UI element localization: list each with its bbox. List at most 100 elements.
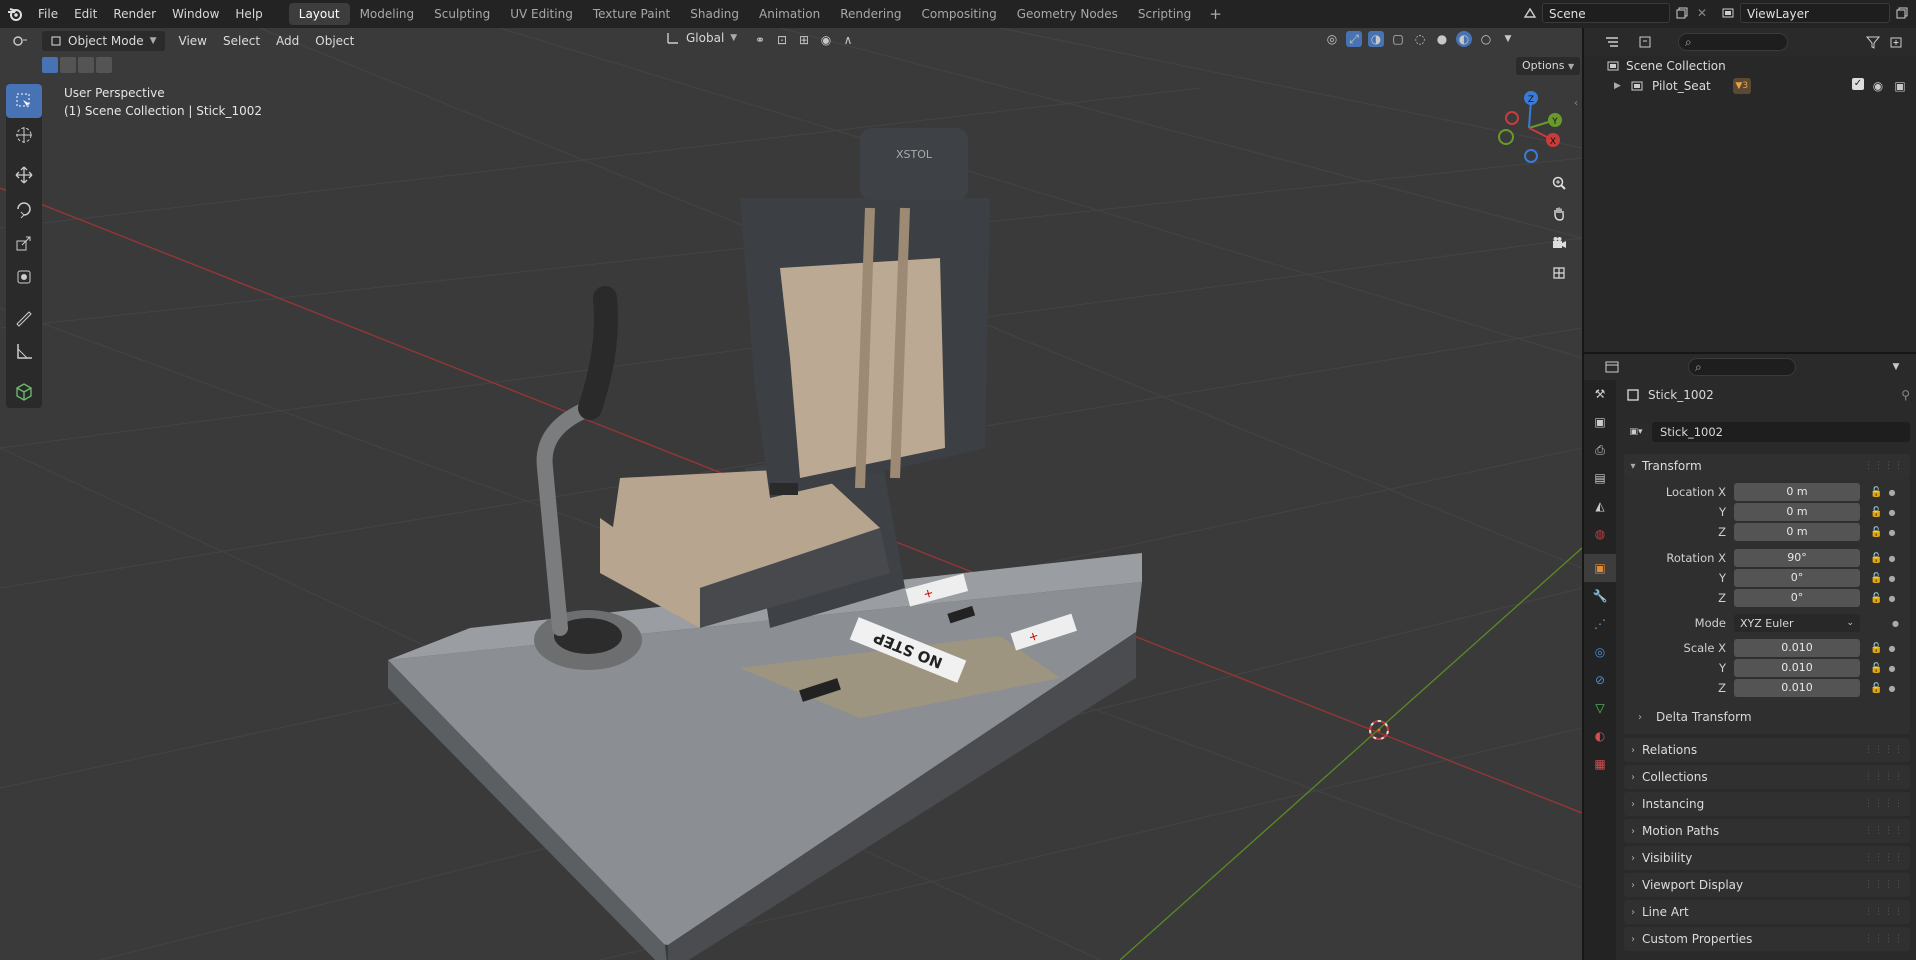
visibility-section-header[interactable]: › Visibility ⋮⋮⋮⋮: [1624, 846, 1910, 870]
lock-icon[interactable]: 🔓: [1870, 663, 1882, 674]
lock-icon[interactable]: 🔓: [1870, 643, 1882, 654]
properties-editor-icon[interactable]: [1598, 359, 1626, 375]
tab-uv-editing[interactable]: UV Editing: [500, 3, 583, 25]
modifier-tab-icon[interactable]: 🔧: [1584, 582, 1616, 610]
gizmo-toggle-icon[interactable]: ⤢: [1346, 31, 1362, 47]
area-divider-vertical[interactable]: [1582, 28, 1584, 960]
lock-icon[interactable]: 🔓: [1870, 593, 1882, 604]
3d-viewport[interactable]: NO STEP + + XSTOL Object Mode ▼ View Sel…: [0, 28, 1582, 960]
new-scene-icon[interactable]: [1674, 5, 1690, 21]
location-x-field[interactable]: 0 m: [1734, 483, 1860, 501]
outliner-search-input[interactable]: ⌕: [1678, 33, 1788, 51]
options-dropdown[interactable]: Options ▼: [1516, 57, 1581, 75]
keyframe-dot-icon[interactable]: ●: [1888, 528, 1895, 537]
lock-icon[interactable]: 🔓: [1870, 573, 1882, 584]
render-camera-icon[interactable]: ▣: [1892, 78, 1908, 94]
blender-logo-icon[interactable]: [6, 5, 24, 23]
select-new-icon[interactable]: [42, 57, 58, 73]
constraints-tab-icon[interactable]: ⊘: [1584, 666, 1616, 694]
measure-tool-icon[interactable]: [6, 334, 42, 368]
lock-icon[interactable]: 🔓: [1870, 527, 1882, 538]
sidebar-toggle-icon[interactable]: ‹: [1574, 98, 1578, 109]
menu-edit[interactable]: Edit: [66, 0, 105, 28]
falloff-icon[interactable]: ∧: [840, 32, 856, 48]
tab-modeling[interactable]: Modeling: [350, 3, 425, 25]
instancing-section-header[interactable]: › Instancing ⋮⋮⋮⋮: [1624, 792, 1910, 816]
rendered-shading-icon[interactable]: ○: [1478, 31, 1494, 47]
physics-tab-icon[interactable]: ◎: [1584, 638, 1616, 666]
keyframe-dot-icon[interactable]: ●: [1888, 594, 1895, 603]
object-tab-icon[interactable]: ▣: [1584, 554, 1616, 582]
viewport-display-section-header[interactable]: › Viewport Display ⋮⋮⋮⋮: [1624, 873, 1910, 897]
filter-icon[interactable]: [1860, 34, 1886, 50]
properties-search-input[interactable]: ⌕: [1688, 358, 1796, 376]
menu-view[interactable]: View: [171, 31, 215, 51]
keyframe-dot-icon[interactable]: ●: [1888, 574, 1895, 583]
camera-view-icon[interactable]: [1546, 230, 1572, 256]
navigation-gizmo[interactable]: Z Y X: [1494, 88, 1564, 164]
datablock-browse-icon[interactable]: ▣▾: [1624, 423, 1648, 441]
snap-icon[interactable]: ⊡: [774, 32, 790, 48]
scene-icon[interactable]: [1522, 5, 1538, 21]
area-divider-horizontal[interactable]: [1584, 352, 1916, 354]
display-mode-icon[interactable]: [1632, 34, 1660, 50]
tab-animation[interactable]: Animation: [749, 3, 830, 25]
render-tab-icon[interactable]: ▣: [1584, 408, 1616, 436]
cursor-tool-icon[interactable]: [6, 118, 42, 152]
viewlayer-name-field[interactable]: ViewLayer: [1740, 3, 1890, 23]
move-tool-icon[interactable]: [6, 158, 42, 192]
lock-icon[interactable]: 🔓: [1870, 507, 1882, 518]
menu-select[interactable]: Select: [215, 31, 268, 51]
keyframe-dot-icon[interactable]: ●: [1888, 508, 1895, 517]
select-extend-icon[interactable]: [60, 57, 76, 73]
transform-tool-icon[interactable]: [6, 260, 42, 294]
stick-arm[interactable]: [536, 400, 598, 636]
stick-grip[interactable]: [578, 286, 618, 420]
visibility-icon[interactable]: ◎: [1324, 31, 1340, 47]
view-layer-tab-icon[interactable]: ▤: [1584, 464, 1616, 492]
lock-icon[interactable]: 🔓: [1870, 487, 1882, 498]
scale-z-field[interactable]: 0.010: [1734, 679, 1860, 697]
select-subtract-icon[interactable]: [78, 57, 94, 73]
tab-sculpting[interactable]: Sculpting: [424, 3, 500, 25]
select-invert-icon[interactable]: [96, 57, 112, 73]
motion-paths-section-header[interactable]: › Motion Paths ⋮⋮⋮⋮: [1624, 819, 1910, 843]
pilot-seat[interactable]: XSTOL: [600, 128, 990, 628]
shading-options-icon[interactable]: ▼: [1500, 31, 1516, 47]
scale-x-field[interactable]: 0.010: [1734, 639, 1860, 657]
keyframe-dot-icon[interactable]: ●: [1892, 619, 1899, 628]
exclude-checkbox[interactable]: ✓: [1852, 78, 1864, 90]
lock-icon[interactable]: 🔓: [1870, 553, 1882, 564]
scale-tool-icon[interactable]: [6, 226, 42, 260]
transform-section-header[interactable]: ▾ Transform ⋮⋮⋮⋮: [1624, 454, 1910, 478]
rotation-y-field[interactable]: 0°: [1734, 569, 1860, 587]
outliner-editor-icon[interactable]: [1598, 34, 1626, 50]
keyframe-dot-icon[interactable]: ●: [1888, 664, 1895, 673]
delta-transform-subpanel[interactable]: › Delta Transform: [1638, 706, 1910, 728]
snap-target-icon[interactable]: ⊞: [796, 32, 812, 48]
location-z-field[interactable]: 0 m: [1734, 523, 1860, 541]
keyframe-dot-icon[interactable]: ●: [1888, 644, 1895, 653]
lock-icon[interactable]: 🔓: [1870, 683, 1882, 694]
eye-icon[interactable]: ◉: [1870, 78, 1886, 94]
menu-window[interactable]: Window: [164, 0, 227, 28]
tab-texture-paint[interactable]: Texture Paint: [583, 3, 680, 25]
collections-section-header[interactable]: › Collections ⋮⋮⋮⋮: [1624, 765, 1910, 789]
wireframe-shading-icon[interactable]: ◌: [1412, 31, 1428, 47]
pivot-icon[interactable]: ⚭: [752, 32, 768, 48]
overlay-toggle-icon[interactable]: ◑: [1368, 31, 1384, 47]
scene-name-field[interactable]: Scene: [1542, 3, 1670, 23]
tool-tab-icon[interactable]: ⚒: [1584, 380, 1616, 408]
relations-section-header[interactable]: › Relations ⋮⋮⋮⋮: [1624, 738, 1910, 762]
world-tab-icon[interactable]: ◍: [1584, 520, 1616, 548]
rotation-x-field[interactable]: 90°: [1734, 549, 1860, 567]
add-workspace-icon[interactable]: +: [1201, 5, 1230, 23]
material-tab-icon[interactable]: ◐: [1584, 722, 1616, 750]
tab-layout[interactable]: Layout: [288, 3, 350, 25]
add-cube-tool-icon[interactable]: [6, 374, 42, 408]
menu-render[interactable]: Render: [105, 0, 164, 28]
expand-arrow-icon[interactable]: ▶: [1614, 81, 1626, 91]
material-shading-icon[interactable]: ◐: [1456, 31, 1472, 47]
tab-geometry-nodes[interactable]: Geometry Nodes: [1007, 3, 1128, 25]
menu-object[interactable]: Object: [307, 31, 362, 51]
